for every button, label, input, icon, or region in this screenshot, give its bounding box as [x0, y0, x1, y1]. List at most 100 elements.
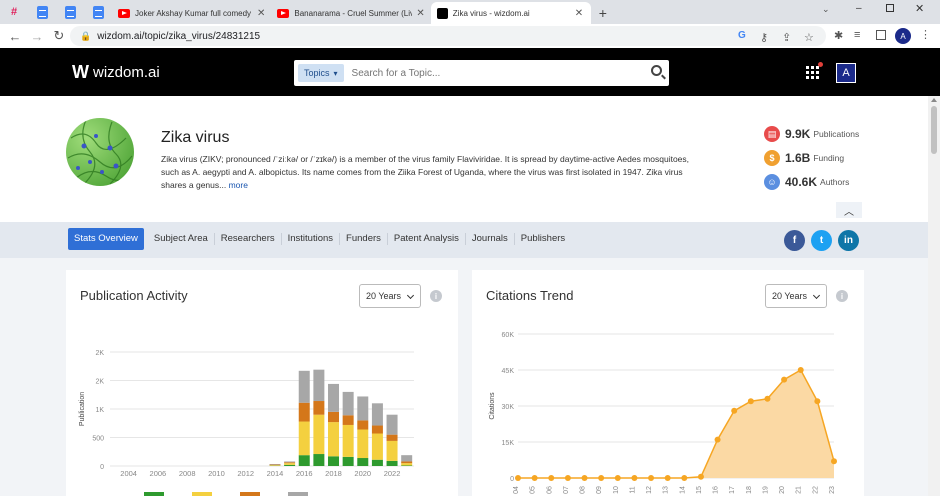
tab-zika-virus[interactable]: Zika virus - wizdom.ai ✕ — [430, 2, 591, 24]
reading-list-icon[interactable]: ≡ — [854, 29, 860, 41]
tab-youtube-joker[interactable]: Joker Akshay Kumar full comedy ✕ — [112, 2, 271, 24]
address-bar[interactable]: 🔒 wizdom.ai/topic/zika_virus/24831215 G … — [70, 26, 826, 46]
citations-point — [714, 436, 721, 443]
y-tick-label: 500 — [92, 436, 104, 443]
chevron-up-icon: ︿ — [844, 206, 854, 218]
bar-segment — [357, 396, 369, 421]
extensions-icon[interactable]: ✱ — [834, 29, 843, 42]
youtube-icon — [118, 8, 130, 18]
docs-icon — [64, 5, 76, 19]
close-window-button[interactable]: ✕ — [915, 2, 924, 15]
user-account-button[interactable]: A — [836, 63, 856, 83]
stat-publications[interactable]: ▤ 9.9K Publications — [764, 126, 859, 142]
bar-segment — [357, 458, 369, 466]
x-tick-label: 2006 — [150, 469, 167, 478]
wizdom-logo[interactable]: W wizdom.ai — [72, 62, 160, 83]
tab-journals[interactable]: Journals — [466, 233, 515, 245]
y-tick-label: 0 — [510, 476, 514, 483]
new-tab-button[interactable]: + — [591, 2, 615, 24]
citations-point — [797, 367, 804, 373]
forward-icon[interactable]: → — [26, 29, 48, 44]
pinned-tab-docs-1[interactable] — [28, 0, 56, 24]
authors-icon: ☺ — [764, 174, 780, 190]
tab-subject-area[interactable]: Subject Area — [148, 233, 215, 245]
profile-avatar[interactable]: A — [895, 28, 911, 44]
pinned-tab-slack[interactable]: # — [0, 0, 28, 24]
bar-segment — [269, 465, 281, 466]
more-link[interactable]: more — [229, 180, 248, 190]
pinned-tab-docs-2[interactable] — [56, 0, 84, 24]
reload-icon[interactable]: ↻ — [48, 28, 70, 44]
stat-funding[interactable]: $ 1.6B Funding — [764, 150, 844, 166]
close-tab-icon[interactable]: ✕ — [257, 8, 265, 19]
bar-segment — [328, 411, 340, 423]
citations-trend-chart: 0 15K 30K 45K 60K Citations 04 05 06 07 08 09 10 11 12… — [489, 332, 837, 494]
key-icon[interactable]: ⚷ — [760, 31, 768, 44]
y-tick-label: 60K — [502, 332, 515, 339]
browser-toolbar: ← → ↻ 🔒 wizdom.ai/topic/zika_virus/24831… — [0, 24, 940, 48]
bar-segment — [284, 461, 296, 463]
y-tick-label: 2K — [95, 379, 104, 386]
minimize-button[interactable]: – — [856, 3, 862, 14]
y-tick-label: 1K — [95, 407, 104, 414]
tab-patent-analysis[interactable]: Patent Analysis — [388, 233, 466, 245]
legend-swatch — [192, 492, 212, 496]
x-tick-label: 2020 — [354, 469, 371, 478]
bar-segment — [313, 401, 325, 415]
bar-segment — [298, 402, 310, 422]
bar-segment — [401, 461, 413, 464]
docs-icon — [92, 5, 104, 19]
tab-stats-overview[interactable]: Stats Overview — [68, 228, 144, 250]
twitter-share-icon[interactable]: t — [811, 230, 832, 251]
x-tick-label: 2004 — [120, 469, 137, 478]
search-category-dropdown[interactable]: Topics ▾ — [298, 64, 344, 82]
bar-segment — [357, 420, 369, 430]
tab-institutions[interactable]: Institutions — [282, 233, 341, 245]
stat-value: 1.6B — [785, 151, 811, 165]
bookmark-star-icon[interactable]: ☆ — [804, 31, 814, 44]
tab-funders[interactable]: Funders — [340, 233, 388, 245]
page-scrollbar[interactable] — [928, 96, 940, 496]
notification-dot — [818, 62, 823, 67]
search-icon[interactable] — [651, 65, 662, 76]
bar-segment — [328, 383, 340, 412]
share-icon[interactable]: ⇪ — [782, 31, 791, 44]
facebook-share-icon[interactable]: f — [784, 230, 805, 251]
bar-segment — [328, 456, 340, 466]
tab-publishers[interactable]: Publishers — [515, 233, 571, 245]
tab-title: Zika virus - wizdom.ai — [452, 8, 530, 18]
stat-value: 9.9K — [785, 127, 811, 141]
scrollbar-thumb[interactable] — [931, 106, 937, 154]
linkedin-share-icon[interactable]: in — [838, 230, 859, 251]
lock-icon: 🔒 — [80, 30, 92, 41]
chrome-menu-icon[interactable]: ⋮ — [920, 28, 931, 41]
y-tick-label: 45K — [502, 368, 515, 375]
stat-authors[interactable]: ☺ 40.6K Authors — [764, 174, 849, 190]
google-icon[interactable]: G — [738, 30, 746, 41]
bar-segment — [284, 463, 296, 465]
x-tick-label: 05 — [530, 486, 537, 494]
collapse-header-button[interactable]: ︿ — [836, 202, 862, 218]
citations-point — [581, 475, 588, 481]
tab-search-icon[interactable]: ⌄ — [822, 4, 830, 15]
bar-segment — [269, 464, 281, 465]
maximize-button[interactable] — [886, 4, 894, 12]
tab-researchers[interactable]: Researchers — [215, 233, 282, 245]
x-tick-label: 20 — [779, 486, 786, 494]
back-icon[interactable]: ← — [4, 29, 26, 44]
x-tick-label: 14 — [679, 486, 686, 494]
citations-point — [781, 376, 788, 383]
x-tick-label: 21 — [796, 486, 803, 494]
side-panel-icon[interactable] — [876, 30, 886, 40]
scroll-up-icon[interactable] — [931, 98, 937, 102]
topic-subnav: Stats Overview Subject Area Researchers … — [0, 222, 928, 258]
close-tab-icon[interactable]: ✕ — [575, 8, 583, 19]
close-tab-icon[interactable]: ✕ — [416, 8, 424, 19]
topic-search-bar: Topics ▾ — [294, 60, 669, 86]
tab-title: Bananarama - Cruel Summer (Liv — [294, 8, 413, 18]
pinned-tab-docs-3[interactable] — [84, 0, 112, 24]
topic-search-input[interactable] — [351, 67, 632, 79]
x-tick-label: 2012 — [237, 469, 254, 478]
tab-youtube-bananarama[interactable]: Bananarama - Cruel Summer (Liv ✕ — [271, 2, 430, 24]
x-tick-label: 09 — [596, 486, 603, 494]
